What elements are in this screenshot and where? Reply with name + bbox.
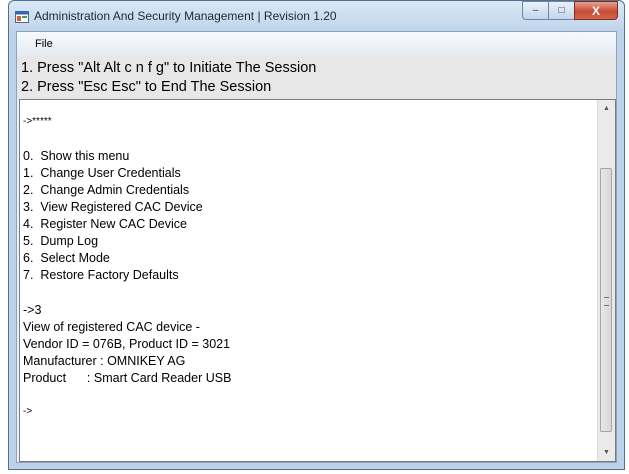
menu-file[interactable]: File <box>35 38 53 50</box>
window-title: Administration And Security Management |… <box>34 9 337 23</box>
title-bar[interactable]: Administration And Security Management |… <box>9 1 624 31</box>
vertical-scrollbar[interactable]: ▲ ▼ <box>597 100 615 461</box>
console-textbox[interactable]: ->***** 0. Show this menu 1. Change User… <box>19 99 616 462</box>
maximize-icon: □ <box>558 5 565 16</box>
chevron-down-icon: ▼ <box>603 449 610 456</box>
close-button[interactable]: X <box>574 1 618 20</box>
caption-buttons: – □ X <box>522 1 618 21</box>
console-line: Vendor ID = 076B, Product ID = 3021 <box>23 337 231 351</box>
console-prompt: -> <box>23 406 33 417</box>
instructions-panel: 1. Press "Alt Alt c n f g" to Initiate T… <box>17 56 616 100</box>
menu-bar: File <box>17 32 616 57</box>
console-line: 0. Show this menu <box>23 149 130 163</box>
minimize-button[interactable]: – <box>522 1 548 20</box>
console-line: 3. View Registered CAC Device <box>23 200 203 214</box>
console-output: ->***** 0. Show this menu 1. Change User… <box>23 100 595 461</box>
scroll-up-button[interactable]: ▲ <box>598 100 615 117</box>
maximize-button[interactable]: □ <box>548 1 574 20</box>
console-line: 4. Register New CAC Device <box>23 217 187 231</box>
grip-icon <box>604 297 609 306</box>
console-line: View of registered CAC device - <box>23 320 200 334</box>
scroll-thumb[interactable] <box>600 168 612 432</box>
scroll-down-button[interactable]: ▼ <box>598 444 615 461</box>
console-line: 2. Change Admin Credentials <box>23 183 190 197</box>
console-line: 6. Select Mode <box>23 251 110 265</box>
console-line: Product : Smart Card Reader USB <box>23 371 232 385</box>
instruction-end: 2. Press "Esc Esc" to End The Session <box>21 79 272 95</box>
app-window: Administration And Security Management |… <box>8 0 625 470</box>
app-window-icon <box>15 10 29 23</box>
instruction-initiate: 1. Press "Alt Alt c n f g" to Initiate T… <box>21 60 317 76</box>
console-line: ->***** <box>23 116 52 127</box>
console-line: Manufacturer : OMNIKEY AG <box>23 354 186 368</box>
client-area: File 1. Press "Alt Alt c n f g" to Initi… <box>16 31 617 463</box>
console-line: 7. Restore Factory Defaults <box>23 268 179 282</box>
close-icon: X <box>591 3 600 18</box>
chevron-up-icon: ▲ <box>603 105 610 112</box>
minimize-icon: – <box>532 5 539 16</box>
console-line: ->3 <box>23 303 42 317</box>
console-line: 1. Change User Credentials <box>23 166 181 180</box>
console-line: 5. Dump Log <box>23 234 99 248</box>
